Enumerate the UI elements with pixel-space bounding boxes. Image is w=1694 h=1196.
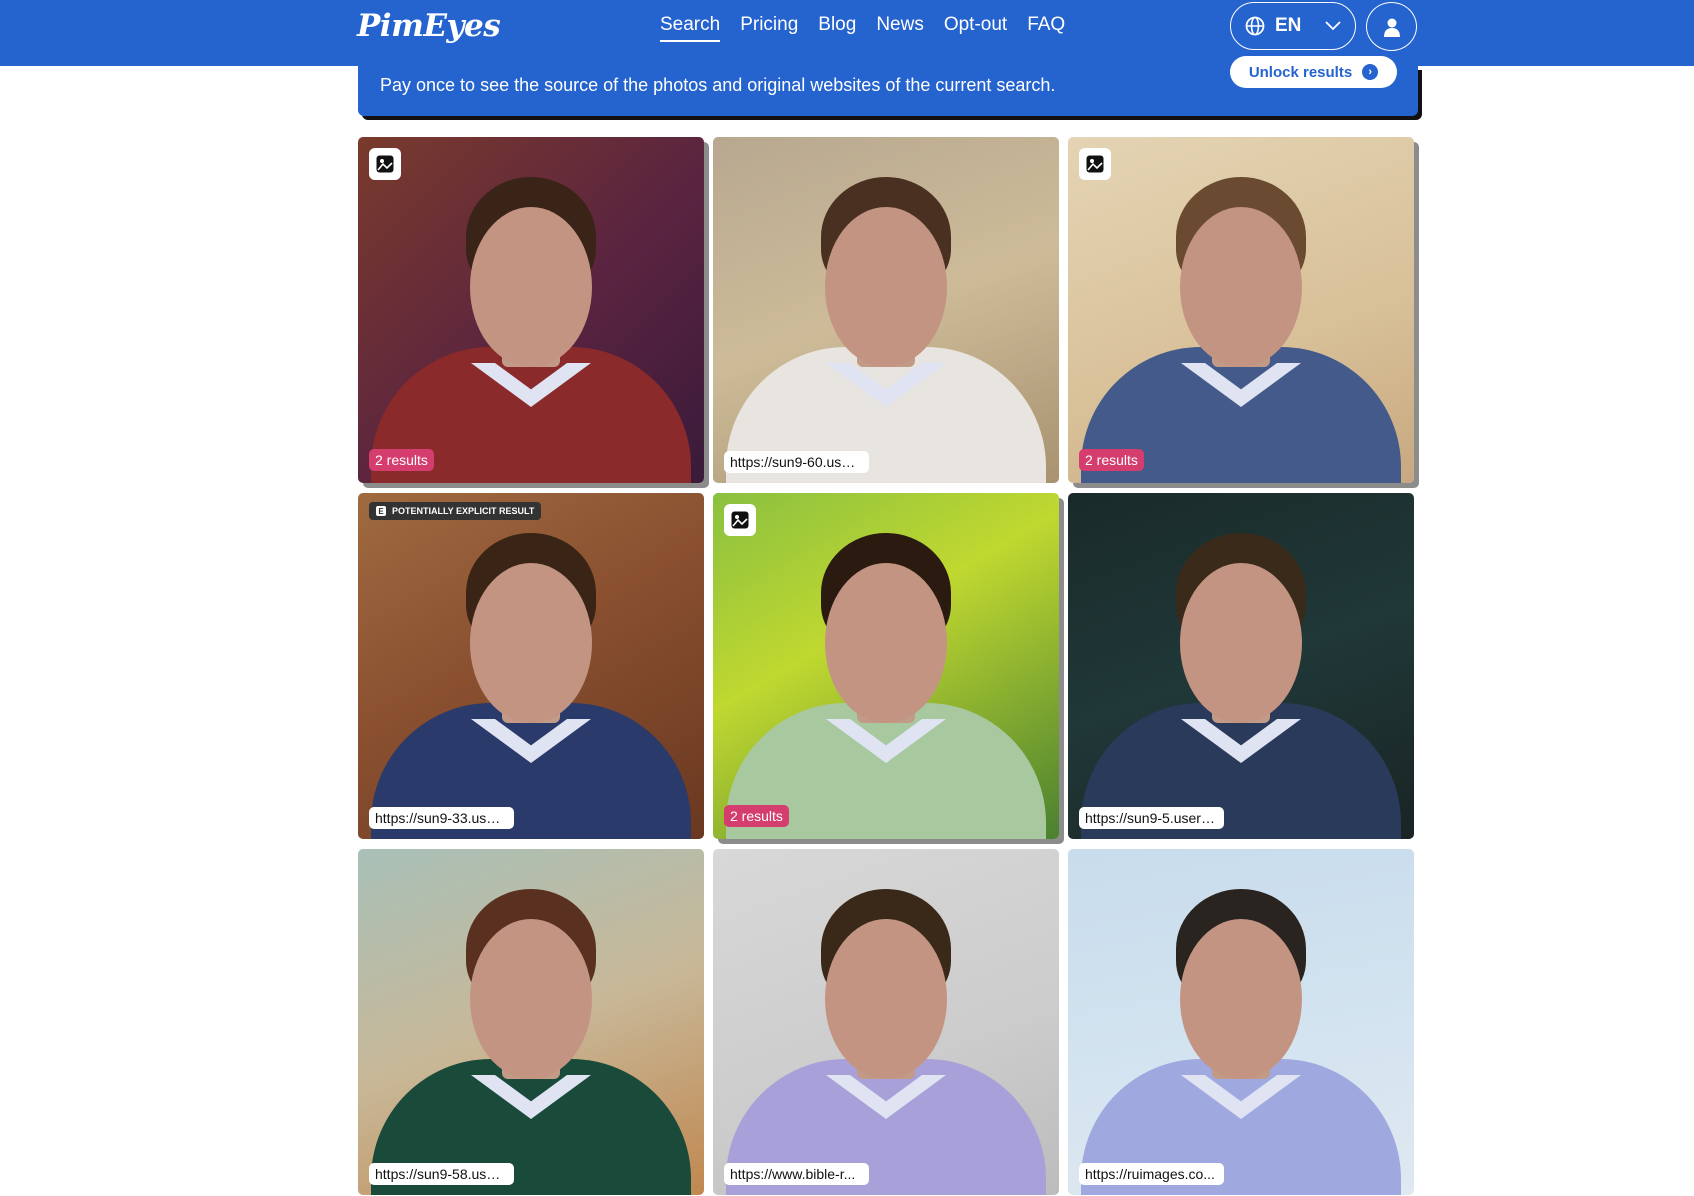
blurred-face	[470, 563, 592, 723]
blurred-face	[825, 563, 947, 723]
nav-pricing[interactable]: Pricing	[740, 14, 798, 42]
result-card[interactable]: 2 results	[1068, 137, 1414, 483]
nav-blog[interactable]: Blog	[818, 14, 856, 42]
nav-search[interactable]: Search	[660, 14, 721, 42]
result-card[interactable]: https://sun9-5.userapi.com	[1068, 493, 1414, 839]
result-card[interactable]: https://www.bible-r...	[713, 849, 1059, 1195]
blurred-face	[470, 207, 592, 367]
result-card[interactable]: https://sun9-58.userapi.com	[358, 849, 704, 1195]
banner-text: Pay once to see the source of the photos…	[380, 75, 1056, 95]
nav-opt-out[interactable]: Opt-out	[944, 14, 1007, 42]
blurred-face	[470, 919, 592, 1079]
top-header: PimEyes Search Pricing Blog News Opt-out…	[0, 0, 1694, 66]
source-url-badge[interactable]: https://sun9-5.userapi.com	[1079, 807, 1224, 829]
explicit-label: POTENTIALLY EXPLICIT RESULT	[392, 506, 535, 516]
source-url-badge[interactable]: https://sun9-58.userapi.com	[369, 1163, 514, 1185]
explicit-badge: E POTENTIALLY EXPLICIT RESULT	[369, 502, 542, 520]
globe-icon	[1245, 16, 1265, 36]
account-button[interactable]	[1366, 2, 1417, 51]
image-icon[interactable]	[369, 148, 401, 180]
blurred-face	[1180, 207, 1302, 367]
source-url-badge[interactable]: https://sun9-60.userapi.com	[724, 451, 869, 473]
blurred-face	[1180, 563, 1302, 723]
result-card[interactable]: https://sun9-60.userapi.com	[713, 137, 1059, 483]
unlock-results-button[interactable]: Unlock results ›	[1230, 56, 1397, 88]
blurred-face	[825, 919, 947, 1079]
language-label: EN	[1275, 15, 1302, 36]
unlock-banner: Pay once to see the source of the photos…	[358, 56, 1418, 116]
arrow-right-icon: ›	[1362, 64, 1379, 80]
result-card[interactable]: 2 results	[713, 493, 1059, 839]
chevron-down-icon	[1325, 21, 1341, 31]
results-count-badge[interactable]: 2 results	[724, 805, 789, 827]
language-selector[interactable]: EN	[1230, 2, 1356, 50]
main-nav: Search Pricing Blog News Opt-out FAQ	[660, 14, 1065, 42]
explicit-e-icon: E	[376, 506, 386, 516]
user-icon	[1383, 18, 1400, 37]
source-url-badge[interactable]: https://www.bible-r...	[724, 1163, 869, 1185]
source-url-badge[interactable]: https://ruimages.co...	[1079, 1163, 1224, 1185]
results-count-badge[interactable]: 2 results	[1079, 449, 1144, 471]
unlock-label: Unlock results	[1248, 63, 1353, 81]
result-card[interactable]: 2 results	[358, 137, 704, 483]
results-count-badge[interactable]: 2 results	[369, 449, 434, 471]
image-icon[interactable]	[1079, 148, 1111, 180]
blurred-face	[825, 207, 947, 367]
blurred-face	[1180, 919, 1302, 1079]
source-url-badge[interactable]: https://sun9-33.userapi.com	[369, 807, 514, 829]
nav-faq[interactable]: FAQ	[1027, 14, 1065, 42]
result-card[interactable]: https://ruimages.co...	[1068, 849, 1414, 1195]
logo[interactable]: PimEyes	[357, 8, 501, 44]
image-icon[interactable]	[724, 504, 756, 536]
nav-news[interactable]: News	[876, 14, 924, 42]
result-card[interactable]: E POTENTIALLY EXPLICIT RESULT https://sun9…	[358, 493, 704, 839]
